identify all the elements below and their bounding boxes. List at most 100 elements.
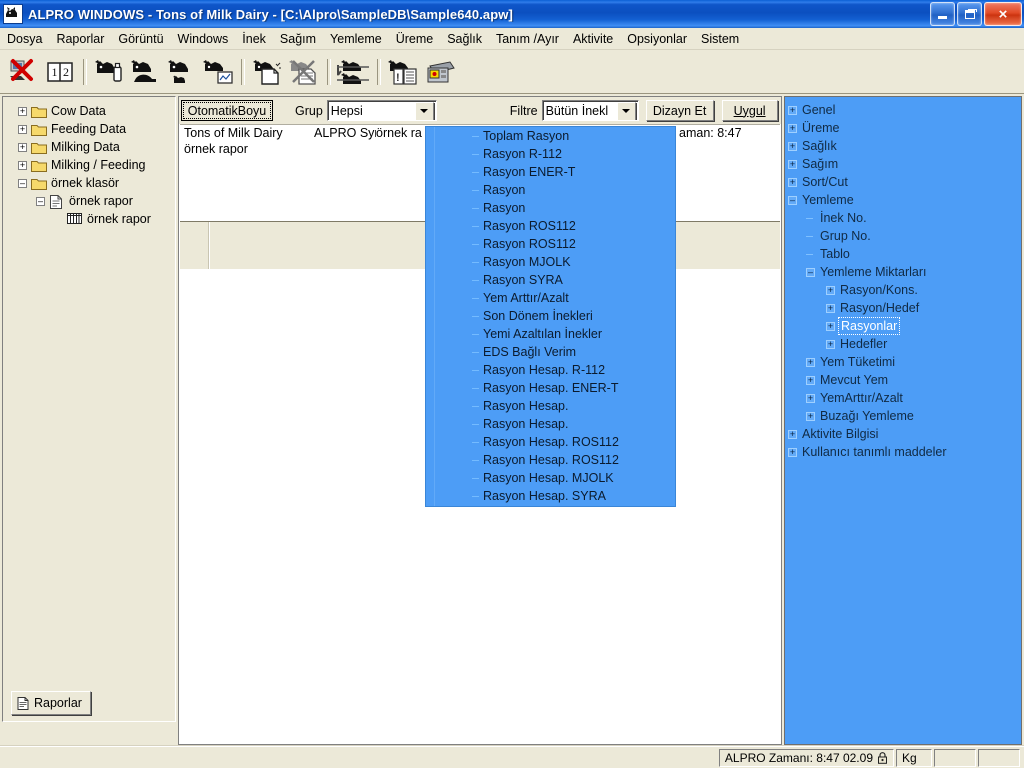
calculator-button[interactable] [422,54,458,90]
field-node-yemleme-miktarlari[interactable]: – Yemleme Miktarları [785,263,1021,281]
expand-icon[interactable]: + [788,105,797,115]
dropdown-item[interactable]: Rasyon MJOLK [426,253,675,271]
field-node-tablo[interactable]: Tablo [785,245,1021,263]
autosize-button[interactable]: OtomatikBoyu [181,100,273,121]
field-node-ureme[interactable]: + Üreme [785,119,1021,137]
dropdown-item[interactable]: Rasyon Hesap. MJOLK [426,469,675,487]
menu-sagim[interactable]: Sağım [273,29,323,49]
collapse-icon[interactable]: – [36,196,45,206]
field-node-sort-cut[interactable]: + Sort/Cut [785,173,1021,191]
dropdown-item[interactable]: Toplam Rasyon [426,127,675,145]
field-node-inek-no[interactable]: İnek No. [785,209,1021,227]
expand-icon[interactable]: + [826,285,835,295]
collapse-icon[interactable]: – [806,267,815,277]
apply-button[interactable]: Uygul [721,100,778,121]
cow-feed-button[interactable] [128,54,164,90]
numbered-book-button[interactable]: 1 2 [42,54,78,90]
filter-combobox[interactable]: Bütün İnekl [541,100,639,121]
chevron-down-icon[interactable] [414,101,434,120]
menu-inek[interactable]: İnek [235,29,273,49]
menu-raporlar[interactable]: Raporlar [49,29,111,49]
dropdown-item[interactable]: Rasyon ROS112 [426,235,675,253]
expand-icon[interactable]: + [788,141,797,151]
dropdown-item[interactable]: Rasyon [426,199,675,217]
expand-icon[interactable]: + [806,411,815,421]
dropdown-item[interactable]: EDS Bağlı Verim [426,343,675,361]
field-node-kullanici-tanimli-maddeler[interactable]: + Kullanıcı tanımlı maddeler [785,443,1021,461]
cow-chart-button[interactable] [200,54,236,90]
field-node-sagim[interactable]: + Sağım [785,155,1021,173]
cow-sort-button[interactable] [336,54,372,90]
menu-dosya[interactable]: Dosya [0,29,49,49]
expand-icon[interactable]: + [806,393,815,403]
chevron-down-icon[interactable] [616,101,636,120]
expand-icon[interactable]: + [18,124,27,134]
tree-node-ornek-rapor-grid[interactable]: örnek rapor [8,210,171,228]
field-node-grup-no[interactable]: Grup No. [785,227,1021,245]
expand-icon[interactable]: + [18,142,27,152]
expand-icon[interactable]: + [826,339,835,349]
dropdown-item[interactable]: Yemi Azaltılan İnekler [426,325,675,343]
cow-delete-document-button[interactable] [286,54,322,90]
expand-icon[interactable]: + [806,375,815,385]
expand-icon[interactable]: + [18,160,27,170]
field-node-yem-arttir-azalt[interactable]: + YemArttır/Azalt [785,389,1021,407]
field-node-rasyon-hedef[interactable]: + Rasyon/Hedef [785,299,1021,317]
dropdown-item[interactable]: Rasyon Hesap. [426,397,675,415]
dropdown-item[interactable]: Rasyon Hesap. R-112 [426,361,675,379]
expand-icon[interactable]: + [826,303,835,313]
raporlar-button[interactable]: Raporlar [11,691,91,715]
menu-aktivite[interactable]: Aktivite [566,29,620,49]
menu-opsiyonlar[interactable]: Opsiyonlar [620,29,694,49]
tree-node-feeding-data[interactable]: + Feeding Data [8,120,171,138]
expand-icon[interactable]: + [826,321,835,331]
menu-windows[interactable]: Windows [171,29,236,49]
field-node-rasyonlar[interactable]: + Rasyonlar [785,317,1021,335]
menu-ureme[interactable]: Üreme [389,29,441,49]
menu-sistem[interactable]: Sistem [694,29,746,49]
cow-bottle-button[interactable] [92,54,128,90]
dropdown-item[interactable]: Rasyon R-112 [426,145,675,163]
field-node-saglik[interactable]: + Sağlık [785,137,1021,155]
field-node-hedefler[interactable]: + Hedefler [785,335,1021,353]
field-node-rasyon-kons[interactable]: + Rasyon/Kons. [785,281,1021,299]
expand-icon[interactable]: + [788,429,797,439]
field-node-genel[interactable]: + Genel [785,101,1021,119]
menu-goruntu[interactable]: Görüntü [111,29,170,49]
dropdown-item[interactable]: Rasyon Hesap. [426,415,675,433]
dropdown-item[interactable]: Rasyon Hesap. SYRA [426,487,675,505]
collapse-icon[interactable]: – [788,195,797,205]
delete-report-button[interactable] [6,54,42,90]
dropdown-item[interactable]: Rasyon [426,181,675,199]
field-node-buzagi-yemleme[interactable]: + Buzağı Yemleme [785,407,1021,425]
tree-node-milking-feeding[interactable]: + Milking / Feeding [8,156,171,174]
cow-calf-button[interactable] [164,54,200,90]
close-button[interactable]: × [984,2,1022,26]
field-node-yemleme[interactable]: – Yemleme [785,191,1021,209]
expand-icon[interactable]: + [788,123,797,133]
menu-yemleme[interactable]: Yemleme [323,29,389,49]
dropdown-item[interactable]: Son Dönem İnekleri [426,307,675,325]
dropdown-item[interactable]: Rasyon Hesap. ENER-T [426,379,675,397]
expand-icon[interactable]: + [806,357,815,367]
dropdown-item[interactable]: Rasyon Hesap. ROS112 [426,433,675,451]
dropdown-item[interactable]: Rasyon SYRA [426,271,675,289]
tree-node-ornek-klasor[interactable]: – örnek klasör [8,174,171,192]
tree-node-cow-data[interactable]: + Cow Data [8,102,171,120]
expand-icon[interactable]: + [788,447,797,457]
field-node-mevcut-yem[interactable]: + Mevcut Yem [785,371,1021,389]
tree-node-ornek-rapor[interactable]: – örnek rapor [8,192,171,210]
design-button[interactable]: Dizayn Et [645,100,714,121]
collapse-icon[interactable]: – [18,178,27,188]
dropdown-item[interactable]: Rasyon Hesap. ROS112 [426,451,675,469]
menu-saglik[interactable]: Sağlık [440,29,489,49]
field-node-yem-tuketimi[interactable]: + Yem Tüketimi [785,353,1021,371]
cow-new-document-button[interactable] [250,54,286,90]
restore-button[interactable] [957,2,982,26]
report-field-dropdown[interactable]: Toplam Rasyon Rasyon R-112 Rasyon ENER-T… [425,126,676,507]
field-node-aktivite-bilgisi[interactable]: + Aktivite Bilgisi [785,425,1021,443]
cow-report-list-button[interactable]: ! [386,54,422,90]
dropdown-item[interactable]: Rasyon ENER-T [426,163,675,181]
dropdown-item[interactable]: Rasyon ROS112 [426,217,675,235]
minimize-button[interactable] [930,2,955,26]
